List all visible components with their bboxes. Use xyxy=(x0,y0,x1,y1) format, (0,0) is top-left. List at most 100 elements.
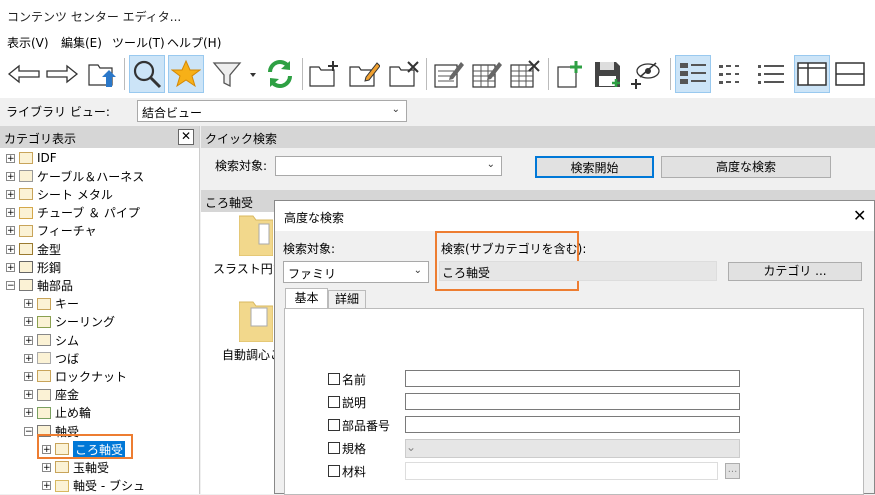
tree-item[interactable]: + キー xyxy=(24,295,79,313)
expand-icon[interactable]: + xyxy=(24,317,33,327)
menu-view[interactable]: 表示(V) xyxy=(7,34,49,51)
favorite-star-icon[interactable] xyxy=(168,55,204,93)
tree-item-label: IDF xyxy=(37,151,57,165)
description-field[interactable] xyxy=(405,393,740,410)
collapse-icon[interactable]: − xyxy=(24,426,33,436)
expand-icon[interactable]: + xyxy=(6,189,15,199)
expand-icon[interactable]: + xyxy=(6,244,15,254)
material-field[interactable] xyxy=(405,462,718,480)
tree-item[interactable]: + チューブ ＆ パイプ xyxy=(6,204,140,222)
expand-icon[interactable]: + xyxy=(6,262,15,272)
category-icon xyxy=(37,388,51,401)
quick-search-title: クイック検索 xyxy=(205,132,278,146)
dialog-title: 高度な検索 xyxy=(284,211,345,225)
refresh-icon[interactable] xyxy=(262,55,298,93)
save-icon[interactable] xyxy=(590,55,626,93)
tree-item[interactable]: + つば xyxy=(24,349,79,367)
expand-icon[interactable]: + xyxy=(24,390,33,400)
edit-table-icon[interactable] xyxy=(468,55,504,93)
tree-item[interactable]: + シム xyxy=(24,331,79,349)
tree-item[interactable]: + 座金 xyxy=(24,386,79,404)
name-checkbox[interactable] xyxy=(328,373,340,385)
tree-item[interactable]: + 玉軸受 xyxy=(42,458,109,476)
dialog-target-label: 検索対象: xyxy=(283,242,336,256)
tree-item[interactable]: + 軸受 - ブシュ xyxy=(42,477,145,495)
quick-search-target-label: 検索対象: xyxy=(215,159,268,173)
tree-item[interactable]: + 止め輪 xyxy=(24,404,91,422)
expand-icon[interactable]: + xyxy=(24,353,33,363)
tree-item-label: つば xyxy=(55,351,80,366)
dialog-scope-field: ころ軸受 xyxy=(439,261,717,281)
list-view-icon[interactable] xyxy=(714,55,750,93)
delete-category-icon[interactable] xyxy=(386,55,422,93)
tree-item-label: シム xyxy=(55,333,80,348)
menu-edit[interactable]: 編集(E) xyxy=(61,34,102,51)
delete-family-icon[interactable] xyxy=(506,55,542,93)
expand-icon[interactable]: + xyxy=(24,371,33,381)
family-thumbnail[interactable] xyxy=(238,212,274,257)
search-icon[interactable] xyxy=(129,55,165,93)
description-checkbox[interactable] xyxy=(328,396,340,408)
material-checkbox[interactable] xyxy=(328,465,340,477)
tree-item[interactable]: + ケーブル＆ハーネス xyxy=(6,167,144,185)
expand-icon[interactable]: + xyxy=(42,481,51,491)
tab-detail[interactable]: 詳細 xyxy=(328,290,366,309)
new-category-icon[interactable] xyxy=(306,55,342,93)
expand-icon[interactable]: + xyxy=(6,171,15,181)
menu-tools[interactable]: ツール(T) xyxy=(112,34,165,51)
expand-icon[interactable]: + xyxy=(6,153,15,163)
expand-icon[interactable]: + xyxy=(24,335,33,345)
standard-checkbox[interactable] xyxy=(328,442,340,454)
back-arrow-icon[interactable] xyxy=(6,55,42,93)
add-family-icon[interactable] xyxy=(552,55,588,93)
thumbnail-view-icon[interactable] xyxy=(675,55,711,93)
close-icon[interactable]: ✕ xyxy=(178,129,194,145)
library-view-select[interactable]: 結合ビュー ⌄ xyxy=(137,100,407,122)
tree-item[interactable]: + 金型 xyxy=(6,240,61,258)
material-browse-button[interactable]: ... xyxy=(725,463,740,479)
tab-basic[interactable]: 基本 xyxy=(285,288,328,309)
tree-item[interactable]: − 軸部品 xyxy=(6,276,73,294)
edit-category-icon[interactable] xyxy=(346,55,382,93)
standard-label: 規格 xyxy=(342,442,367,456)
filter-icon[interactable] xyxy=(208,55,258,93)
forward-arrow-icon[interactable] xyxy=(44,55,80,93)
family-thumbnail[interactable] xyxy=(238,298,274,343)
part-number-field[interactable] xyxy=(405,416,740,433)
category-icon xyxy=(37,406,51,419)
advanced-search-dialog: 高度な検索 ✕ 検索対象: ファミリ ⌄ 検索(サブカテゴリを含む): ころ軸受… xyxy=(274,200,875,495)
search-start-button[interactable]: 検索開始 xyxy=(535,156,654,178)
expand-icon[interactable]: + xyxy=(24,299,33,309)
expand-icon[interactable]: + xyxy=(24,408,33,418)
tree-item-label: ケーブル＆ハーネス xyxy=(37,169,145,184)
category-button[interactable]: カテゴリ ... xyxy=(728,262,862,281)
content-title: ころ軸受 xyxy=(205,196,254,210)
name-field[interactable] xyxy=(405,370,740,387)
tree-item[interactable]: + 形鋼 xyxy=(6,258,61,276)
edit-family-icon[interactable] xyxy=(430,55,466,93)
publish-icon[interactable] xyxy=(628,55,664,93)
expand-icon[interactable]: + xyxy=(6,208,15,218)
quick-search-target-select[interactable]: ⌄ xyxy=(275,156,502,176)
tree-item[interactable]: + IDF xyxy=(6,149,57,167)
tree-item[interactable]: + フィーチャ xyxy=(6,222,97,240)
collapse-icon[interactable]: − xyxy=(6,280,15,290)
split-view-vertical-icon[interactable] xyxy=(794,55,830,93)
split-view-horizontal-icon[interactable] xyxy=(832,55,868,93)
tree-item[interactable]: + ロックナット xyxy=(24,367,127,385)
advanced-search-button[interactable]: 高度な検索 xyxy=(661,156,831,178)
dialog-target-select[interactable]: ファミリ ⌄ xyxy=(283,261,429,283)
tree-item-label: 止め輪 xyxy=(55,406,92,421)
standard-select[interactable]: ⌄ xyxy=(405,439,740,458)
chevron-down-icon: ⌄ xyxy=(406,440,417,454)
tree-item[interactable]: + シーリング xyxy=(24,313,115,331)
tree-item[interactable]: + シート メタル xyxy=(6,185,113,203)
menu-help[interactable]: ヘルプ(H) xyxy=(167,34,221,51)
close-icon[interactable]: ✕ xyxy=(853,206,866,225)
expand-icon[interactable]: + xyxy=(42,462,51,472)
detail-view-icon[interactable] xyxy=(753,55,789,93)
part-number-checkbox[interactable] xyxy=(328,419,340,431)
expand-icon[interactable]: + xyxy=(6,226,15,236)
folder-up-icon[interactable] xyxy=(84,55,120,93)
dialog-title-bar: 高度な検索 ✕ xyxy=(275,201,874,231)
